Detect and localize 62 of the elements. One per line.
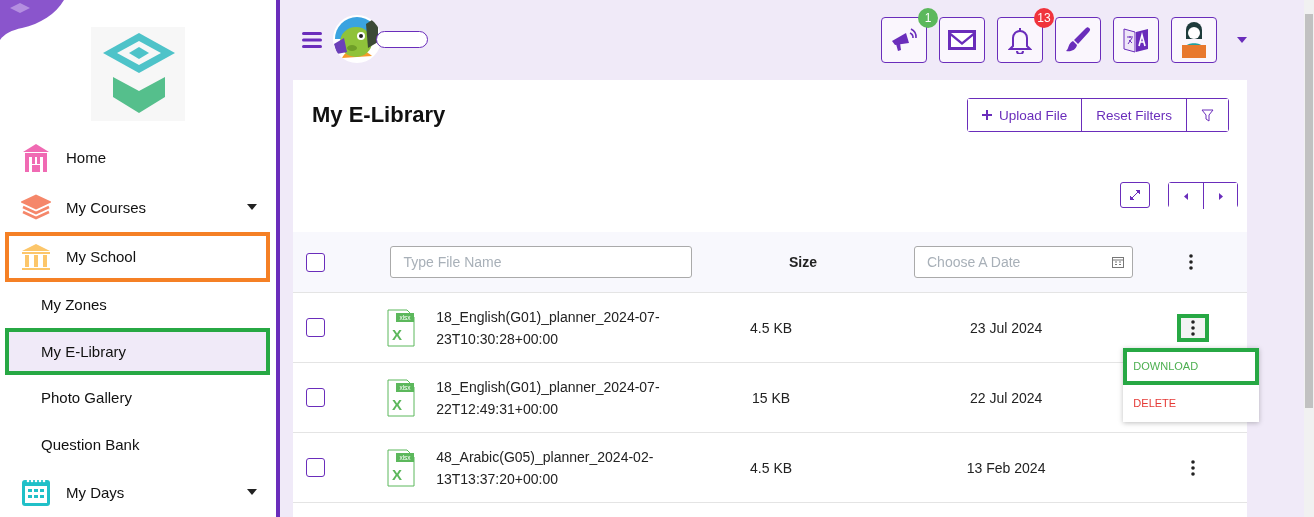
file-size: 4.5 KB bbox=[749, 319, 794, 336]
file-name: 18_English(G01)_planner_2024-07-22T12:49:31+00:00 bbox=[436, 377, 661, 419]
file-name-field[interactable]: Type File Name bbox=[390, 246, 692, 278]
left-caret-icon bbox=[1184, 192, 1188, 200]
calendar-icon bbox=[1112, 256, 1125, 268]
mail-icon bbox=[947, 29, 977, 51]
sidebar-item[interactable]: Question Bank bbox=[5, 421, 270, 468]
menu-icon[interactable] bbox=[302, 32, 322, 48]
count-badge: 1 bbox=[918, 8, 938, 28]
name-pill bbox=[376, 30, 428, 48]
sidebar-item[interactable]: My E-Library bbox=[5, 328, 270, 375]
sidebar-item[interactable]: My School bbox=[5, 232, 270, 282]
translate-icon bbox=[1121, 25, 1151, 55]
megaphone-button[interactable] bbox=[881, 17, 927, 63]
file-date: 13 Feb 2024 bbox=[965, 459, 1047, 476]
filter-button[interactable] bbox=[1186, 99, 1228, 131]
expand-icon bbox=[1130, 190, 1140, 200]
checkbox[interactable] bbox=[306, 318, 325, 337]
file-name: 18_English(G01)_planner_2024-07-23T10:30:28+00:00 bbox=[436, 307, 661, 349]
house-icon bbox=[22, 142, 50, 173]
filter-icon bbox=[1201, 108, 1214, 122]
mail-button[interactable] bbox=[939, 17, 985, 63]
avatar-icon bbox=[1179, 21, 1209, 59]
expand-button[interactable] bbox=[1120, 182, 1150, 208]
menu-item[interactable]: DELETE bbox=[1123, 384, 1260, 422]
page-curl-icon bbox=[0, 0, 64, 40]
brush-icon bbox=[1064, 26, 1092, 54]
more-button[interactable] bbox=[1177, 313, 1210, 342]
megaphone-icon bbox=[890, 27, 918, 53]
select-all-checkbox[interactable] bbox=[306, 252, 325, 272]
date-field[interactable]: Choose A Date bbox=[914, 246, 1134, 278]
books-icon bbox=[21, 194, 51, 221]
more-icon bbox=[1191, 459, 1196, 476]
sidebar-item[interactable]: My Zones bbox=[5, 281, 270, 329]
caret-icon[interactable] bbox=[247, 489, 257, 496]
more-icon bbox=[1189, 254, 1193, 270]
calendar-icon bbox=[21, 477, 51, 508]
translate-button[interactable] bbox=[1113, 17, 1159, 63]
brush-button[interactable] bbox=[1055, 17, 1101, 63]
avatar-button[interactable] bbox=[1171, 17, 1217, 63]
checkbox[interactable] bbox=[306, 458, 325, 477]
right-caret-icon bbox=[1218, 192, 1223, 200]
count-badge: 13 bbox=[1034, 8, 1054, 28]
file-date: 23 Jul 2024 bbox=[968, 319, 1044, 336]
next-button[interactable] bbox=[1203, 183, 1237, 209]
caret-icon[interactable] bbox=[247, 204, 257, 211]
school-icon bbox=[21, 242, 51, 271]
bell-icon bbox=[1008, 26, 1032, 54]
sidebar-item[interactable]: My Days bbox=[5, 467, 270, 517]
page-title: My E-Library bbox=[312, 102, 446, 128]
sidebar-item[interactable]: Home bbox=[5, 133, 270, 183]
file-name: 48_Arabic(G05)_planner_2024-02-13T13:37:20+00:00 bbox=[436, 447, 655, 489]
checkbox[interactable] bbox=[306, 388, 325, 407]
file-size: 4.5 KB bbox=[749, 459, 794, 476]
sidebar-item[interactable]: My Courses bbox=[5, 182, 270, 233]
plus-icon bbox=[981, 110, 992, 120]
sidebar-item[interactable]: Photo Gallery bbox=[5, 374, 270, 422]
file-size: 15 KB bbox=[751, 389, 792, 406]
caret-icon[interactable] bbox=[1237, 37, 1247, 43]
more-icon bbox=[1191, 319, 1196, 336]
scrollbar[interactable] bbox=[1304, 0, 1314, 517]
size-header: Size bbox=[788, 254, 818, 270]
